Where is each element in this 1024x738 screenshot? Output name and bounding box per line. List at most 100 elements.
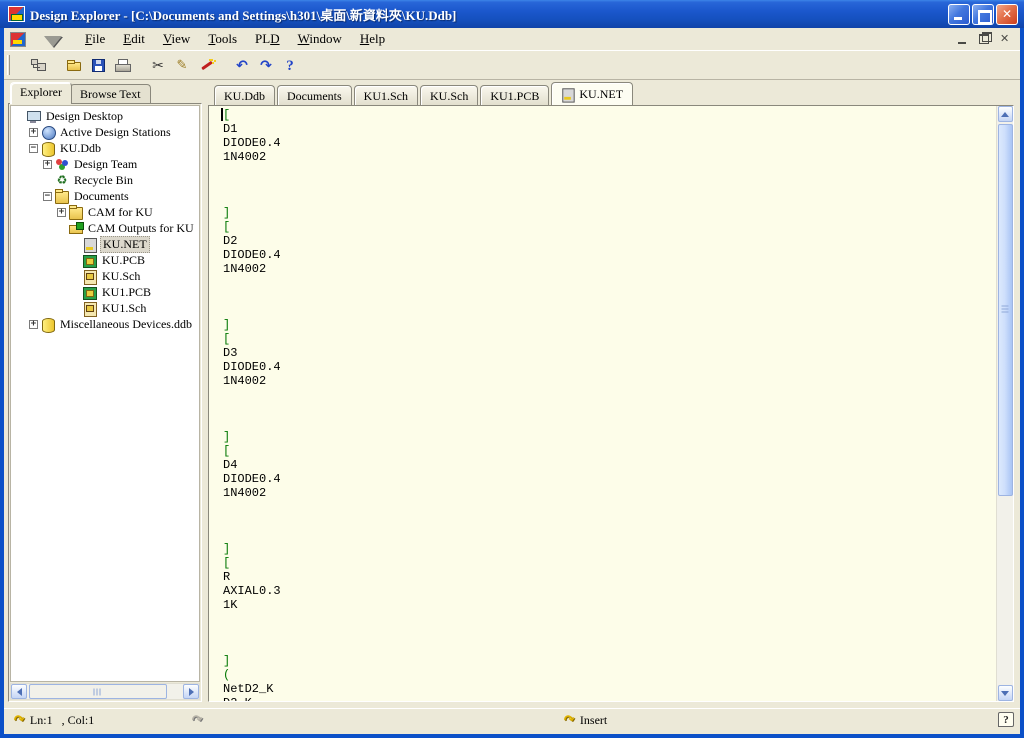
- scroll-right-button[interactable]: [183, 684, 199, 699]
- menu-file[interactable]: File: [78, 29, 112, 49]
- editor-line: D1: [223, 122, 996, 136]
- cut-button[interactable]: ✂: [146, 54, 170, 77]
- editor-line: AXIAL0.3: [223, 584, 996, 598]
- undo-button[interactable]: ↶: [230, 54, 254, 77]
- doc-tab-ku1-sch[interactable]: KU1.Sch: [354, 85, 418, 105]
- sidebar-tab-browse-text[interactable]: Browse Text: [70, 84, 151, 103]
- scroll-left-button[interactable]: [11, 684, 27, 699]
- open-document-button[interactable]: [62, 54, 86, 77]
- doc-tab-ku-ddb[interactable]: KU.Ddb: [214, 85, 275, 105]
- tree-item-ku-ddb[interactable]: −KU.Ddb: [11, 140, 199, 156]
- undo-icon: ↶: [235, 58, 250, 72]
- mdi-close-button[interactable]: [997, 32, 1014, 47]
- tree-item-label: KU1.Sch: [100, 301, 148, 316]
- doc-tab-ku-net[interactable]: KU.NET: [551, 82, 633, 105]
- scroll-down-icon: [1001, 691, 1009, 696]
- cursor-position-status: ↷ Ln:1 , Col:1: [14, 713, 94, 728]
- tree-item-ku-pcb[interactable]: KU.PCB: [11, 252, 199, 268]
- maximize-button[interactable]: [972, 4, 994, 25]
- editor-line: D2-K: [223, 696, 996, 701]
- sidebar-horizontal-scrollbar[interactable]: [10, 683, 200, 700]
- collapse-icon[interactable]: −: [29, 144, 38, 153]
- expand-icon[interactable]: +: [43, 160, 52, 169]
- menu-window[interactable]: Window: [291, 29, 349, 49]
- expand-icon[interactable]: +: [29, 128, 38, 137]
- cam-output-icon: [69, 225, 83, 234]
- help-button[interactable]: ?: [278, 54, 302, 77]
- wizard-button[interactable]: [194, 54, 218, 77]
- mdi-restore-button[interactable]: [976, 32, 993, 47]
- toolbar-grip[interactable]: [7, 55, 10, 75]
- redo-button[interactable]: ↷: [254, 54, 278, 77]
- doc-tab-documents[interactable]: Documents: [277, 85, 352, 105]
- menu-bar: FileEditViewToolsPLDWindowHelp: [4, 28, 1020, 51]
- tree-item-miscellaneous-devices-ddb[interactable]: +Miscellaneous Devices.ddb: [11, 316, 199, 332]
- scroll-up-button[interactable]: [998, 106, 1013, 122]
- menu-view[interactable]: View: [156, 29, 197, 49]
- text-editor[interactable]: [D1DIODE0.41N4002 ][D2DIODE0.41N4002 ][D…: [208, 105, 1014, 702]
- collapse-icon[interactable]: −: [43, 192, 52, 201]
- menu-tools[interactable]: Tools: [201, 29, 244, 49]
- menu-edit[interactable]: Edit: [116, 29, 152, 49]
- doc-tab-ku-sch[interactable]: KU.Sch: [420, 85, 478, 105]
- editor-line: 1N4002: [223, 262, 996, 276]
- expand-icon[interactable]: +: [57, 208, 66, 217]
- help-balloon-icon[interactable]: ?: [998, 712, 1014, 727]
- scrollbar-thumb[interactable]: [998, 124, 1013, 496]
- tree-item-recycle-bin[interactable]: ♻Recycle Bin: [11, 172, 199, 188]
- status-bar: ↷ Ln:1 , Col:1 ↷ ↷ Insert ?: [4, 708, 1020, 734]
- toolbar-buttons: ✂✎ ↶ ↷?: [14, 54, 302, 77]
- editor-vertical-scrollbar[interactable]: [996, 106, 1013, 701]
- print-button[interactable]: [110, 54, 134, 77]
- doc-tab-label: KU.NET: [579, 87, 623, 102]
- expand-icon[interactable]: +: [29, 320, 38, 329]
- sidebar-tabs: ExplorerBrowse Text: [8, 82, 202, 103]
- edit-pencil-button[interactable]: ✎: [170, 54, 194, 77]
- sidebar-tab-explorer[interactable]: Explorer: [10, 82, 72, 104]
- tree-item-ku-sch[interactable]: KU.Sch: [11, 268, 199, 284]
- menu-pld[interactable]: PLD: [248, 29, 287, 49]
- menu-help[interactable]: Help: [353, 29, 392, 49]
- tree-item-documents[interactable]: −Documents: [11, 188, 199, 204]
- tree-item-ku1-sch[interactable]: KU1.Sch: [11, 300, 199, 316]
- editor-content[interactable]: [D1DIODE0.41N4002 ][D2DIODE0.41N4002 ][D…: [209, 108, 996, 701]
- tree-item-ku1-pcb[interactable]: KU1.PCB: [11, 284, 199, 300]
- doc-tab-ku1-pcb[interactable]: KU1.PCB: [480, 85, 549, 105]
- sidebar-panel: Design Desktop+Active Design Stations−KU…: [8, 103, 202, 702]
- stations-icon: [41, 126, 55, 139]
- tree-item-label: Design Team: [72, 157, 139, 172]
- tree-item-cam-outputs-for-ku[interactable]: CAM Outputs for KU: [11, 220, 199, 236]
- title-bar[interactable]: Design Explorer - [C:\Documents and Sett…: [0, 0, 1024, 28]
- minimize-button[interactable]: [948, 4, 970, 25]
- scroll-down-button[interactable]: [998, 685, 1013, 701]
- editor-line: [223, 514, 996, 528]
- editor-line: ]: [223, 206, 996, 220]
- editor-line: [: [223, 108, 996, 122]
- tree-item-ku-net[interactable]: KU.NET: [11, 236, 199, 252]
- editor-line: [223, 612, 996, 626]
- text-cursor: [221, 108, 223, 121]
- net-icon: [562, 88, 575, 100]
- tree-item-active-design-stations[interactable]: +Active Design Stations: [11, 124, 199, 140]
- save-button[interactable]: [86, 54, 110, 77]
- editor-line: DIODE0.4: [223, 248, 996, 262]
- toggle-panels-button[interactable]: [26, 54, 50, 77]
- tree-item-cam-for-ku[interactable]: +CAM for KU: [11, 204, 199, 220]
- close-button[interactable]: [996, 4, 1018, 25]
- editor-line: 1N4002: [223, 150, 996, 164]
- status-arrow-gray-icon: ↷: [191, 712, 205, 729]
- pulldown-arrow-icon[interactable]: [44, 36, 62, 47]
- pcb-icon: [83, 286, 97, 299]
- tree-item-design-team[interactable]: + Design Team: [11, 156, 199, 172]
- editor-line: DIODE0.4: [223, 360, 996, 374]
- main-area: ExplorerBrowse Text Design Desktop+Activ…: [4, 80, 1020, 708]
- scrollbar-thumb[interactable]: [29, 684, 167, 699]
- open-folder-icon: [67, 62, 81, 71]
- document-app-icon[interactable]: [10, 32, 26, 47]
- mdi-window-controls: [955, 32, 1014, 47]
- menu-items: FileEditViewToolsPLDWindowHelp: [78, 29, 396, 49]
- tree-item-design-desktop[interactable]: Design Desktop: [11, 108, 199, 124]
- editor-line: [: [223, 220, 996, 234]
- mdi-minimize-button[interactable]: [955, 32, 972, 47]
- help-icon: ?: [283, 58, 298, 72]
